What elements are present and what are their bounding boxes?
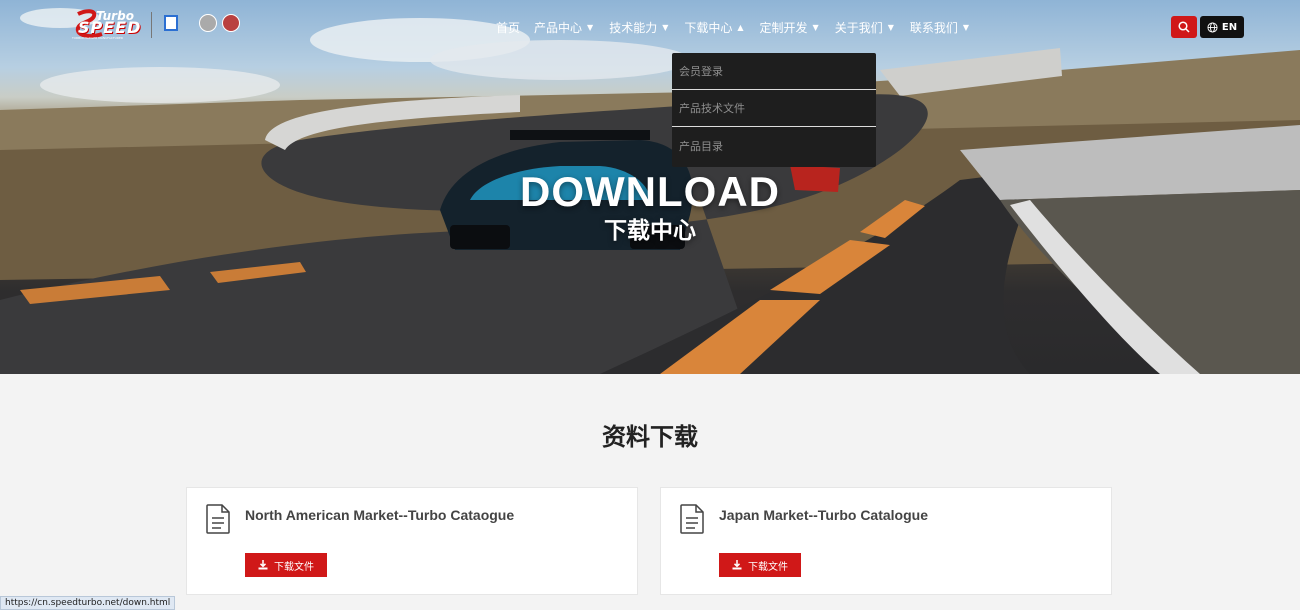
logo-speed-text: SPEED	[78, 18, 142, 37]
search-icon	[1178, 21, 1190, 33]
logo-tagline: TURBOCHARGER MANUFACTURER	[72, 36, 123, 40]
certification-seal-icon	[199, 14, 217, 32]
globe-icon	[1207, 21, 1218, 33]
language-switch-button[interactable]: EN	[1200, 16, 1244, 38]
chevron-down-icon: ▼	[962, 22, 970, 32]
download-dropdown-menu: 会员登录 产品技术文件 产品目录	[672, 53, 876, 167]
search-button[interactable]	[1171, 16, 1197, 38]
dropdown-item-member-login[interactable]: 会员登录	[672, 53, 876, 90]
card-title[interactable]: Japan Market--Turbo Catalogue	[719, 507, 928, 523]
section-title: 资料下载	[602, 423, 698, 451]
chevron-down-icon: ▼	[587, 22, 594, 32]
hero-title: DOWNLOAD	[520, 168, 780, 215]
nav-item-products[interactable]: 产品中心 ▼	[534, 19, 593, 36]
status-bar-url: https://cn.speedturbo.net/down.html	[0, 596, 176, 610]
nav-item-custom[interactable]: 定制开发 ▼	[760, 19, 819, 36]
language-label: EN	[1221, 21, 1238, 33]
card-title[interactable]: North American Market--Turbo Cataogue	[245, 507, 514, 523]
document-icon	[206, 504, 230, 534]
chevron-down-icon: ▼	[887, 22, 894, 32]
certification-badge-icon	[164, 15, 178, 31]
chevron-up-icon: ▲	[737, 22, 744, 32]
certification-seal-red-icon	[222, 14, 240, 32]
logo-divider	[151, 12, 152, 38]
nav-item-about[interactable]: 关于我们 ▼	[835, 19, 894, 36]
download-button-label: 下载文件	[274, 561, 314, 573]
dropdown-item-tech-documents[interactable]: 产品技术文件	[672, 90, 876, 127]
download-icon	[258, 560, 268, 570]
dropdown-item-catalog[interactable]: 产品目录	[672, 127, 876, 164]
chevron-down-icon: ▼	[812, 22, 819, 32]
document-icon	[680, 504, 704, 534]
main-nav: 首页 产品中心 ▼ 技术能力 ▼ 下载中心 ▲ 定制开发 ▼ 关于我们 ▼ 联系我们 ▼	[496, 18, 985, 36]
chevron-down-icon: ▼	[662, 22, 669, 32]
nav-item-technology[interactable]: 技术能力 ▼	[609, 19, 668, 36]
hero-banner: Turbo SPEED TURBOCHARGER MANUFACTURER 首页…	[0, 0, 1300, 374]
nav-item-contact[interactable]: 联系我们 ▼	[910, 19, 969, 36]
download-file-button[interactable]: 下载文件	[245, 553, 327, 577]
download-button-label: 下载文件	[748, 561, 788, 573]
nav-item-download[interactable]: 下载中心 ▲	[684, 19, 743, 36]
download-file-button[interactable]: 下载文件	[719, 553, 801, 577]
hero-subtitle: 下载中心	[604, 218, 696, 244]
nav-item-home[interactable]: 首页	[496, 19, 520, 36]
download-card: Japan Market--Turbo Catalogue 下载文件	[660, 487, 1112, 595]
download-card: North American Market--Turbo Cataogue 下载…	[186, 487, 638, 595]
download-icon	[732, 560, 742, 570]
